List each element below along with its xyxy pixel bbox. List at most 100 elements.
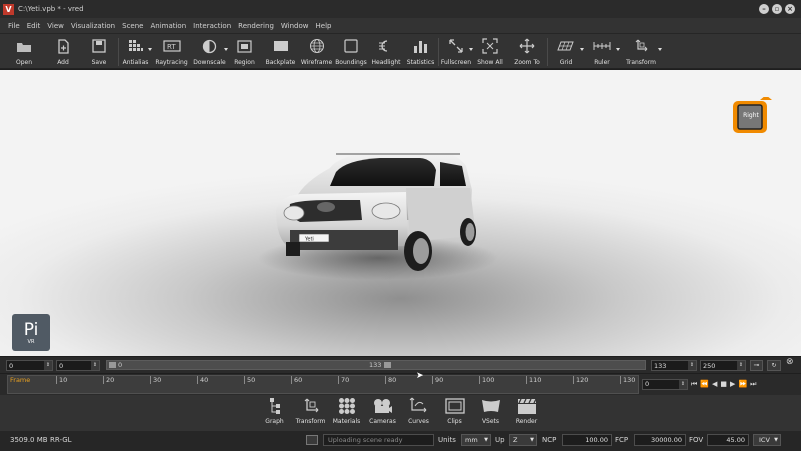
menu-help[interactable]: Help (316, 22, 332, 30)
backplate-button[interactable]: Backplate (261, 34, 300, 69)
spin-arrows-icon[interactable]: ⇕ (44, 361, 52, 370)
playback-frame-spinbox[interactable]: 0 ⇕ (642, 378, 688, 390)
show-all-icon (482, 37, 498, 55)
transform-button[interactable]: Transform (620, 34, 662, 69)
fov-field[interactable]: 45.00 (707, 434, 749, 446)
menu-interaction[interactable]: Interaction (193, 22, 231, 30)
raytracing-label: Raytracing (155, 59, 188, 66)
license-plate-text: Yeti (304, 237, 314, 243)
zoom-to-button[interactable]: Zoom To (507, 34, 547, 69)
tick-label: 50 (244, 376, 255, 384)
menu-rendering[interactable]: Rendering (238, 22, 274, 30)
tick-label: 60 (291, 376, 302, 384)
menu-view[interactable]: View (47, 22, 64, 30)
headlight-button[interactable]: Headlight (369, 34, 403, 69)
transform-icon (633, 37, 649, 55)
previous-frame-icon[interactable]: ⏪ (700, 380, 709, 388)
open-button[interactable]: Open (2, 34, 46, 69)
add-label: Add (57, 59, 69, 66)
materials-label: Materials (332, 418, 361, 425)
curves-button[interactable]: Curves (401, 397, 437, 431)
units-label: Units (438, 436, 456, 444)
wireframe-button[interactable]: Wireframe (300, 34, 333, 69)
view-cube-label: Right (743, 112, 759, 119)
next-frame-icon[interactable]: ⏩ (738, 380, 747, 388)
render-button[interactable]: Render (509, 397, 545, 431)
curves-label: Curves (408, 418, 429, 425)
end-frame-spinbox[interactable]: 250 ⇕ (700, 360, 746, 371)
up-axis-select[interactable]: Z (509, 434, 537, 446)
save-button[interactable]: Save (80, 34, 118, 69)
menu-scene[interactable]: Scene (122, 22, 143, 30)
status-bar: 3509.0 MB RR-GL Uploading scene ready Un… (0, 431, 801, 451)
stop-icon[interactable]: ■ (720, 380, 727, 388)
frame-ruler[interactable]: Frame 10 20 30 40 50 60 70 80 90 100 110… (7, 371, 639, 394)
maximize-icon[interactable]: ▫ (772, 4, 782, 14)
up-axis-label: Up (495, 436, 505, 444)
spin-arrows-icon[interactable]: ⇕ (737, 361, 745, 370)
add-button[interactable]: Add (46, 34, 80, 69)
graph-button[interactable]: Graph (257, 397, 293, 431)
transform-module-button[interactable]: Transform (293, 397, 329, 431)
vsets-button[interactable]: VSets (473, 397, 509, 431)
range-start-spinbox[interactable]: 0 ⇕ (6, 360, 53, 371)
icv-label: ICV (759, 436, 770, 444)
open-label: Open (15, 59, 33, 66)
key-icon[interactable]: ⊸ (750, 360, 763, 371)
spin-arrows-icon[interactable]: ⇕ (679, 379, 687, 389)
menu-visualization[interactable]: Visualization (71, 22, 115, 30)
antialias-button[interactable]: Antialias (119, 34, 152, 69)
timeline-range-slider[interactable]: 0 133 (106, 360, 646, 370)
units-select[interactable]: mm (461, 434, 491, 446)
fullscreen-label: Fullscreen (440, 59, 472, 66)
materials-button[interactable]: Materials (329, 397, 365, 431)
loop-icon[interactable]: ↻ (767, 360, 781, 371)
antialias-label: Antialias (122, 59, 149, 66)
main-toolbar: Open Add Save Antialias RT Raytracing Do… (0, 34, 801, 69)
save-icon (92, 37, 106, 55)
render-viewport[interactable]: Yeti Right Pi VR (0, 70, 801, 356)
play-forward-icon[interactable]: ▶ (730, 380, 735, 388)
minimize-icon[interactable]: – (759, 4, 769, 14)
play-backward-icon[interactable]: ◀ (712, 380, 717, 388)
end-frame-value: 250 (703, 361, 716, 370)
boundings-button[interactable]: Boundings (333, 34, 369, 69)
statistics-button[interactable]: Statistics (403, 34, 438, 69)
fullscreen-button[interactable]: Fullscreen (439, 34, 473, 69)
menu-animation[interactable]: Animation (150, 22, 186, 30)
fcp-field[interactable]: 30000.00 (634, 434, 686, 446)
range-second-spinbox[interactable]: 0 ⇕ (56, 360, 100, 371)
go-to-end-icon[interactable]: ⏭ (750, 380, 756, 389)
message-log-icon[interactable] (306, 435, 318, 445)
clips-button[interactable]: Clips (437, 397, 473, 431)
dropdown-arrow-icon[interactable] (658, 48, 662, 51)
menu-file[interactable]: File (8, 22, 20, 30)
raytracing-button[interactable]: RT Raytracing (152, 34, 191, 69)
close-icon[interactable]: × (785, 4, 795, 14)
current-frame-handle[interactable] (384, 362, 391, 368)
region-label: Region (234, 59, 255, 66)
grid-button[interactable]: Grid (548, 34, 584, 69)
timeline-ruler-row: Frame 10 20 30 40 50 60 70 80 90 100 110… (0, 371, 801, 395)
show-all-button[interactable]: Show All (473, 34, 507, 69)
ncp-field[interactable]: 100.00 (562, 434, 612, 446)
ncp-label: NCP (542, 436, 557, 444)
close-timeline-icon[interactable]: ⊗ (786, 357, 794, 367)
go-to-start-icon[interactable]: ⏮ (691, 380, 697, 389)
tick-label: 70 (338, 376, 349, 384)
view-cube[interactable]: Right (729, 95, 772, 133)
spin-arrows-icon[interactable]: ⇕ (91, 361, 99, 370)
memory-usage: 3509.0 MB (10, 436, 48, 444)
range-start-handle[interactable] (109, 362, 116, 368)
icv-button[interactable]: ICV (753, 434, 781, 446)
current-frame-spinbox[interactable]: 133 ⇕ (651, 360, 697, 371)
range-start-value: 0 (9, 361, 14, 370)
menu-edit[interactable]: Edit (27, 22, 41, 30)
cameras-button[interactable]: Cameras (365, 397, 401, 431)
downscale-button[interactable]: Downscale (191, 34, 228, 69)
zoom-to-icon (519, 37, 535, 55)
ruler-button[interactable]: Ruler (584, 34, 620, 69)
region-button[interactable]: Region (228, 34, 261, 69)
spin-arrows-icon[interactable]: ⇕ (688, 361, 696, 370)
menu-window[interactable]: Window (281, 22, 309, 30)
